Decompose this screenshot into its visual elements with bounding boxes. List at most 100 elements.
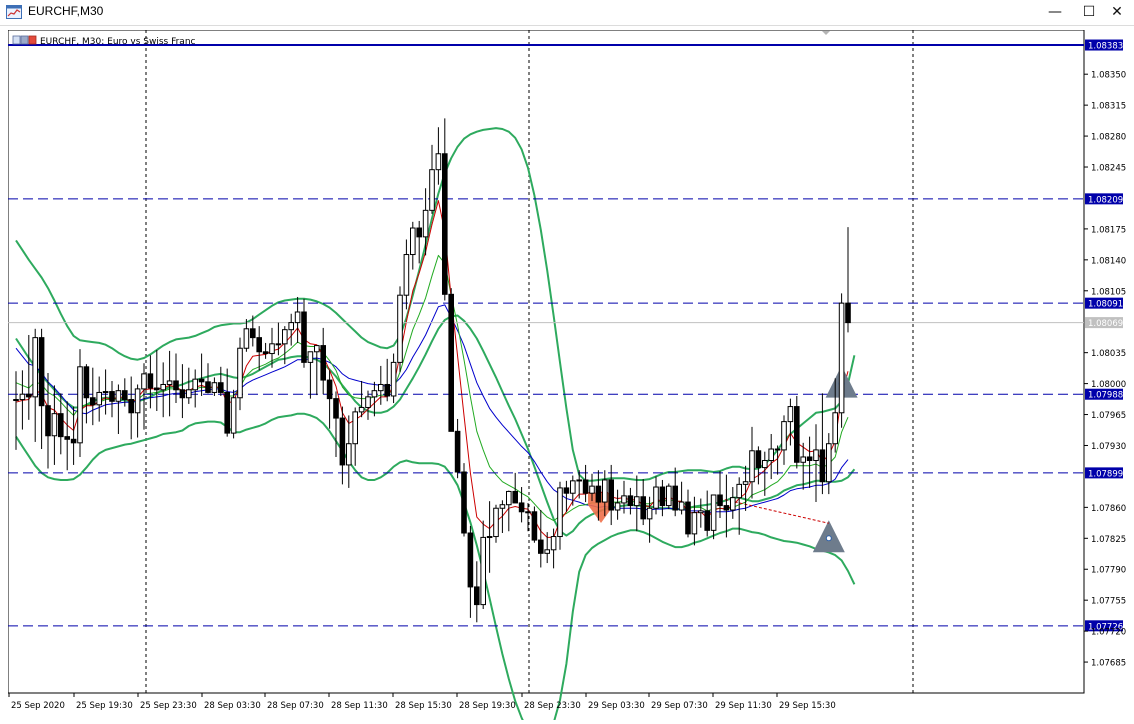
candle-body-bullish xyxy=(666,485,672,507)
candle-body-bearish xyxy=(218,382,224,393)
candle-body-bearish xyxy=(384,383,390,397)
window-titlebar: EURCHF,M30 — ☐ ✕ xyxy=(0,0,1134,26)
candle-body-bearish xyxy=(442,153,448,295)
y-tick-label: 1.08105 xyxy=(1091,287,1126,297)
candle-body-bullish xyxy=(525,511,531,514)
x-tick-label: 25 Sep 19:30 xyxy=(76,701,133,711)
candle-body-bullish xyxy=(211,382,218,393)
x-tick-label: 28 Sep 03:30 xyxy=(204,701,261,711)
candle-body-bullish xyxy=(32,337,38,398)
candle-body-bullish xyxy=(499,504,506,509)
x-tick-label: 28 Sep 07:30 xyxy=(267,701,324,711)
candle-body-bullish xyxy=(602,479,608,503)
candle-body-bearish xyxy=(672,485,679,511)
candle[interactable] xyxy=(666,483,672,510)
y-tick-label: 1.08315 xyxy=(1091,102,1126,112)
close-button[interactable]: ✕ xyxy=(1100,0,1134,25)
candle-body-bearish xyxy=(454,430,461,473)
y-tick-label: 1.07685 xyxy=(1091,659,1126,669)
chart-info-icon-3 xyxy=(28,35,37,45)
candle[interactable] xyxy=(838,293,845,428)
candle-body-bearish xyxy=(608,479,615,511)
candle[interactable] xyxy=(397,286,403,373)
candle[interactable] xyxy=(461,463,467,537)
candle-body-bearish xyxy=(531,511,538,541)
candle-body-bullish xyxy=(294,311,301,324)
candle-body-bullish xyxy=(621,495,627,504)
candle-body-bearish xyxy=(723,505,730,511)
candle-body-bullish xyxy=(614,502,621,511)
candle-body-bearish xyxy=(774,448,781,451)
candle[interactable] xyxy=(531,506,538,543)
x-tick-label: 29 Sep 15:30 xyxy=(779,701,836,711)
candle-body-bearish xyxy=(256,337,262,353)
chart-info-icon-2 xyxy=(20,35,29,45)
candle-body-bullish xyxy=(826,443,832,483)
candle-body-bearish xyxy=(595,485,602,503)
candle-body-bearish xyxy=(819,449,826,483)
x-tick-label: 25 Sep 2020 xyxy=(11,701,65,711)
candle-body-bullish xyxy=(646,507,653,520)
candle-body-bullish xyxy=(410,227,416,256)
candle-body-bullish xyxy=(429,169,435,211)
candle-body-bearish xyxy=(122,390,128,401)
candle-body-bullish xyxy=(13,399,19,402)
candle-body-bullish xyxy=(678,501,685,511)
candle[interactable] xyxy=(493,504,499,543)
chart-area[interactable]: 1.08383 1.08209 1.08091 1.08069 1.07988 1.078… xyxy=(7,29,1133,724)
candle-body-bullish xyxy=(134,388,141,414)
candle-body-bearish xyxy=(659,486,666,507)
candle-body-bearish xyxy=(333,398,339,419)
candle-body-bearish xyxy=(467,532,474,588)
y-tick-label: 1.07860 xyxy=(1091,504,1126,514)
candle-body-bullish xyxy=(397,294,403,363)
candle-body-bullish xyxy=(742,481,749,485)
x-tick-label: 25 Sep 23:30 xyxy=(140,701,197,711)
candle-body-bullish xyxy=(768,448,775,462)
candle-body-bearish xyxy=(518,502,525,513)
candlestick-chart[interactable]: 1.08383 1.08209 1.08091 1.08069 1.07988 1.078… xyxy=(7,29,1133,724)
candle-body-bearish xyxy=(448,293,454,432)
candle-body-bearish xyxy=(38,337,45,407)
candle-body-bullish xyxy=(371,390,378,398)
candle-body-bullish xyxy=(550,536,557,551)
candle-body-bearish xyxy=(320,345,326,381)
candle-body-bullish xyxy=(352,411,358,445)
candle-body-bullish xyxy=(486,536,493,539)
y-tick-label: 1.07930 xyxy=(1091,442,1126,452)
candle[interactable] xyxy=(794,395,800,469)
candle-body-bearish xyxy=(845,302,851,324)
chart-window-icon xyxy=(6,5,22,19)
candle-body-bullish xyxy=(160,383,166,391)
candle-body-bearish xyxy=(45,405,51,437)
candle-body-bullish xyxy=(288,322,294,331)
candle[interactable] xyxy=(448,288,454,432)
y-tick-label: 1.08035 xyxy=(1091,349,1126,359)
y-tick-label: 1.08175 xyxy=(1091,225,1126,235)
candle-body-bearish xyxy=(26,393,32,398)
candle-body-bearish xyxy=(64,436,71,440)
candle-body-bearish xyxy=(198,378,205,383)
y-tick-label: 1.07790 xyxy=(1091,566,1126,576)
candle-body-bullish xyxy=(570,480,576,494)
candle-body-bearish xyxy=(224,391,230,434)
signal-arrow-dot xyxy=(825,535,832,542)
candle-body-bearish xyxy=(205,381,211,393)
candle-body-bullish xyxy=(403,254,410,296)
candle-body-bearish xyxy=(109,391,115,402)
x-tick-label: 29 Sep 03:30 xyxy=(588,701,645,711)
candle-body-bullish xyxy=(544,549,551,554)
candle-body-bullish xyxy=(435,153,442,171)
x-tick-label: 28 Sep 23:30 xyxy=(524,701,581,711)
candle-body-bullish xyxy=(480,536,486,606)
candle-body-bearish xyxy=(70,438,77,444)
candle-body-bullish xyxy=(422,209,429,238)
candle-body-bullish xyxy=(282,329,288,345)
candle-body-bullish xyxy=(186,389,192,399)
minimize-button[interactable]: — xyxy=(1038,0,1072,25)
candle-body-bullish xyxy=(838,302,845,414)
price-label: 1.07988 xyxy=(1088,391,1123,401)
candle-body-bearish xyxy=(416,227,422,238)
candle-body-bearish xyxy=(538,539,544,554)
candle-body-bearish xyxy=(154,387,160,391)
